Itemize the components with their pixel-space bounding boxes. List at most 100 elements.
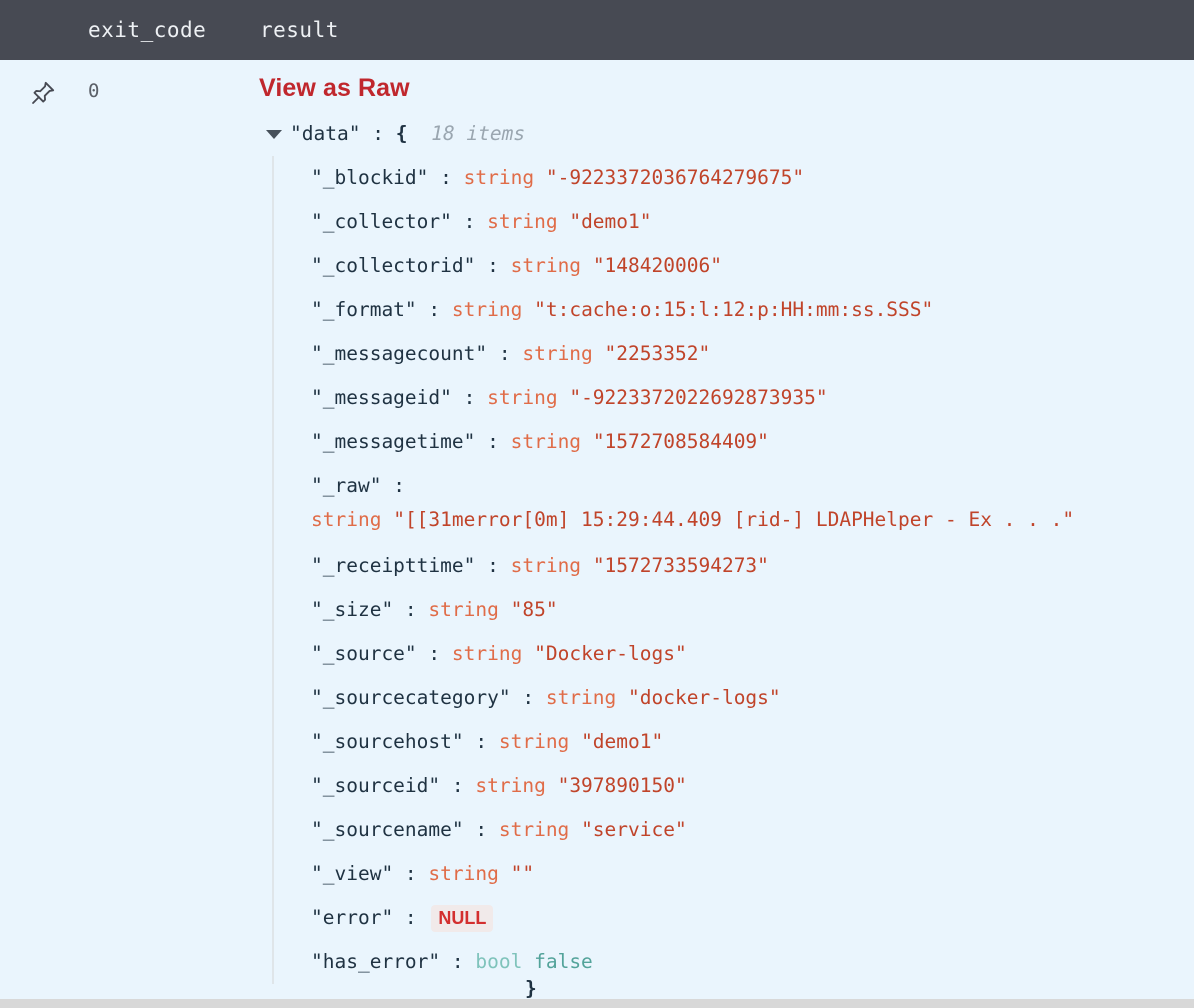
json-field-value: "397890150" xyxy=(557,774,687,797)
json-field-colon: : xyxy=(463,730,499,753)
json-field-value: false xyxy=(534,950,593,973)
pushpin-icon[interactable] xyxy=(30,80,56,1008)
json-field-row[interactable]: "_receipttime" : string "1572733594273" xyxy=(311,544,1194,588)
json-value-wrapped-line: string "[[31merror[0m] 15:29:44.409 [rid… xyxy=(311,498,1194,542)
json-field-key: "_receipttime" xyxy=(311,554,476,577)
json-type-label: string xyxy=(510,554,582,577)
view-as-raw-link[interactable]: View as Raw xyxy=(259,74,410,103)
json-field-key: "_collector" xyxy=(311,210,452,233)
horizontal-scrollbar[interactable] xyxy=(0,999,1194,1008)
json-field-value: "2253352" xyxy=(604,342,711,365)
json-field-colon: : xyxy=(416,298,452,321)
json-field-row[interactable]: "_messageid" : string "-9223372022692873… xyxy=(311,376,1194,420)
json-field-value: "docker-logs" xyxy=(628,686,781,709)
json-field-value: "Docker-logs" xyxy=(534,642,687,665)
json-type-label: string xyxy=(498,818,570,841)
result-cell: View as Raw "data" : { 18 items "_blocki… xyxy=(258,60,1194,1008)
json-field-row[interactable]: "has_error" : bool false xyxy=(311,940,1194,984)
json-field-value: "demo1" xyxy=(569,210,652,233)
json-field-colon: : xyxy=(440,774,476,797)
json-field-row[interactable]: "_collector" : string "demo1" xyxy=(311,200,1194,244)
json-field-value: "85" xyxy=(510,598,558,621)
json-field-key: "_sourcecategory" xyxy=(311,686,511,709)
json-type-label: string xyxy=(487,386,558,409)
json-root-row[interactable]: "data" : { 18 items xyxy=(258,112,1194,156)
json-field-value: "" xyxy=(510,862,535,885)
json-type-label: string xyxy=(428,862,499,885)
json-type-label: string xyxy=(545,686,617,709)
json-root-key: "data" xyxy=(290,122,361,145)
exit-code-value: 0 xyxy=(88,80,100,102)
json-field-colon: : xyxy=(451,210,488,233)
json-close-brace: } xyxy=(525,977,537,1000)
json-type-label: string xyxy=(522,342,593,365)
json-type-label: string xyxy=(451,298,523,321)
json-children: "_blockid" : string "-922337203676427967… xyxy=(272,156,1194,984)
json-field-row[interactable]: "_sourcename" : string "service" xyxy=(311,808,1194,852)
json-field-row[interactable]: "_messagecount" : string "2253352" xyxy=(311,332,1194,376)
json-type-label: string xyxy=(487,210,558,233)
json-field-key: "_messageid" xyxy=(311,386,452,409)
json-field-colon: : xyxy=(487,342,523,365)
json-type-label: string xyxy=(510,430,582,453)
json-field-row[interactable]: "_source" : string "Docker-logs" xyxy=(311,632,1194,676)
json-root-colon: : xyxy=(372,122,384,145)
json-field-colon: : xyxy=(510,686,546,709)
json-field-key: "_blockid" xyxy=(311,166,429,189)
result-table: exit_code result 0 View as Raw "data" : xyxy=(0,0,1194,1008)
json-field-colon: : xyxy=(393,862,429,885)
json-field-colon: : xyxy=(475,254,511,277)
json-field-row[interactable]: "_collectorid" : string "148420006" xyxy=(311,244,1194,288)
json-field-colon: : xyxy=(440,950,476,973)
column-header-exit-code[interactable]: exit_code xyxy=(86,18,260,42)
json-tree: "data" : { 18 items "_blockid" : string … xyxy=(258,112,1194,984)
json-field-colon: : xyxy=(475,430,511,453)
json-field-value: "demo1" xyxy=(581,730,664,753)
json-field-row[interactable]: "error" : NULL xyxy=(311,896,1194,940)
json-field-colon: : xyxy=(416,642,452,665)
json-field-key: "_messagetime" xyxy=(311,430,476,453)
json-field-colon: : xyxy=(428,166,464,189)
json-type-label: string xyxy=(311,508,382,531)
collapse-triangle-icon[interactable] xyxy=(266,130,282,139)
json-field-row[interactable]: "_blockid" : string "-922337203676427967… xyxy=(311,156,1194,200)
json-type-label: string xyxy=(463,166,535,189)
json-field-row[interactable]: "_messagetime" : string "1572708584409" xyxy=(311,420,1194,464)
json-type-label: string xyxy=(428,598,499,621)
json-field-row[interactable]: "_sourcehost" : string "demo1" xyxy=(311,720,1194,764)
json-field-key: "_sourceid" xyxy=(311,774,441,797)
json-field-key: "_source" xyxy=(311,642,417,665)
json-field-row[interactable]: "_sourcecategory" : string "docker-logs" xyxy=(311,676,1194,720)
json-field-value: "148420006" xyxy=(592,254,722,277)
json-type-label: string xyxy=(510,254,582,277)
json-field-key: "has_error" xyxy=(311,950,441,973)
json-field-value: "1572733594273" xyxy=(592,554,769,577)
json-field-row[interactable]: "_sourceid" : string "397890150" xyxy=(311,764,1194,808)
json-field-value: "1572708584409" xyxy=(592,430,769,453)
json-field-value: "t:cache:o:15:l:12:p:HH:mm:ss.SSS" xyxy=(534,298,934,321)
json-field-key: "_size" xyxy=(311,598,394,621)
json-field-key: "_view" xyxy=(311,862,394,885)
json-field-row[interactable]: "_format" : string "t:cache:o:15:l:12:p:… xyxy=(311,288,1194,332)
table-header-row: exit_code result xyxy=(0,0,1194,60)
json-type-label: string xyxy=(498,730,570,753)
json-field-row[interactable]: "_size" : string "85" xyxy=(311,588,1194,632)
json-field-colon: : xyxy=(451,386,488,409)
json-field-value: "[[31merror[0m] 15:29:44.409 [rid-] LDAP… xyxy=(393,508,1075,531)
json-field-value: "service" xyxy=(581,818,687,841)
json-item-count: 18 items xyxy=(431,122,526,145)
pin-cell xyxy=(0,60,86,1008)
json-field-colon: : xyxy=(393,598,429,621)
json-field-colon: : xyxy=(393,906,429,929)
json-null-badge: NULL xyxy=(431,905,494,932)
json-type-label: bool xyxy=(475,950,523,973)
json-type-label: string xyxy=(451,642,523,665)
table-row: 0 View as Raw "data" : { 18 items "_bloc… xyxy=(0,60,1194,1008)
json-field-key: "_messagecount" xyxy=(311,342,488,365)
json-field-row[interactable]: "_view" : string "" xyxy=(311,852,1194,896)
json-field-value: "-9223372036764279675" xyxy=(545,166,805,189)
json-field-key: "_raw" xyxy=(311,474,382,497)
json-field-row[interactable]: "_raw" : string "[[31merror[0m] 15:29:44… xyxy=(311,464,1194,542)
column-header-result[interactable]: result xyxy=(260,18,1194,42)
json-field-key: "_sourcename" xyxy=(311,818,464,841)
